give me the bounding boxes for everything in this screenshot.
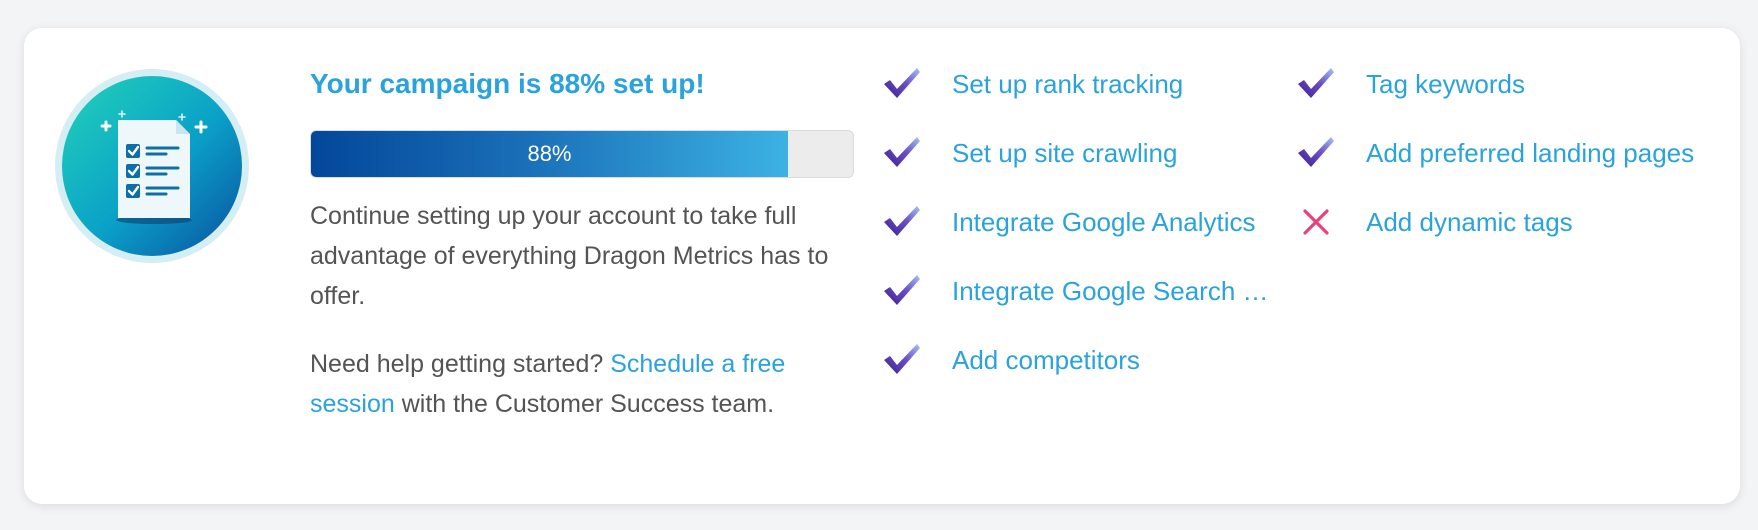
task-link[interactable]: Integrate Google Search Console xyxy=(952,276,1287,307)
task-item-set-up-rank-tracking[interactable]: Set up rank tracking xyxy=(882,64,1312,104)
task-item-add-dynamic-tags[interactable]: Add dynamic tags xyxy=(1296,202,1736,242)
task-item-integrate-google-analytics[interactable]: Integrate Google Analytics xyxy=(882,202,1312,242)
checklist-document-icon xyxy=(54,68,250,264)
task-item-tag-keywords[interactable]: Tag keywords xyxy=(1296,64,1736,104)
check-icon xyxy=(1296,64,1336,104)
task-link[interactable]: Set up site crawling xyxy=(952,138,1177,169)
task-link[interactable]: Set up rank tracking xyxy=(952,69,1183,100)
check-icon xyxy=(882,133,922,173)
check-icon xyxy=(882,271,922,311)
check-icon xyxy=(1296,133,1336,173)
task-item-integrate-google-search-console[interactable]: Integrate Google Search Console xyxy=(882,271,1312,311)
task-item-add-preferred-landing-pages[interactable]: Add preferred landing pages xyxy=(1296,133,1736,173)
task-link[interactable]: Integrate Google Analytics xyxy=(952,207,1256,238)
campaign-headline: Your campaign is 88% set up! xyxy=(310,68,705,99)
task-link[interactable]: Tag keywords xyxy=(1366,69,1525,100)
check-icon xyxy=(882,340,922,380)
help-suffix: with the Customer Success team. xyxy=(394,390,775,418)
task-item-add-competitors[interactable]: Add competitors xyxy=(882,340,1312,380)
x-icon xyxy=(1296,202,1336,242)
setup-description: Continue setting up your account to take… xyxy=(310,202,829,310)
task-link[interactable]: Add competitors xyxy=(952,345,1140,376)
check-icon xyxy=(882,64,922,104)
help-prefix: Need help getting started? xyxy=(310,350,611,378)
task-list-column-1: Set up rank tracking Set up site crawling… xyxy=(882,64,1312,409)
task-list-column-2: Tag keywords Add preferred landing pages A… xyxy=(1296,64,1736,271)
setup-card: Your campaign is 88% set up! 88% Continu… xyxy=(24,28,1740,504)
campaign-summary: Your campaign is 88% set up! 88% Continu… xyxy=(310,64,854,424)
task-link[interactable]: Add dynamic tags xyxy=(1366,207,1573,238)
check-icon xyxy=(882,202,922,242)
progress-label: 88% xyxy=(527,141,572,166)
help-text: Need help getting started? Schedule a fr… xyxy=(310,344,854,424)
setup-progress-bar: 88% xyxy=(310,130,854,178)
task-link[interactable]: Add preferred landing pages xyxy=(1366,138,1694,169)
task-item-set-up-site-crawling[interactable]: Set up site crawling xyxy=(882,133,1312,173)
